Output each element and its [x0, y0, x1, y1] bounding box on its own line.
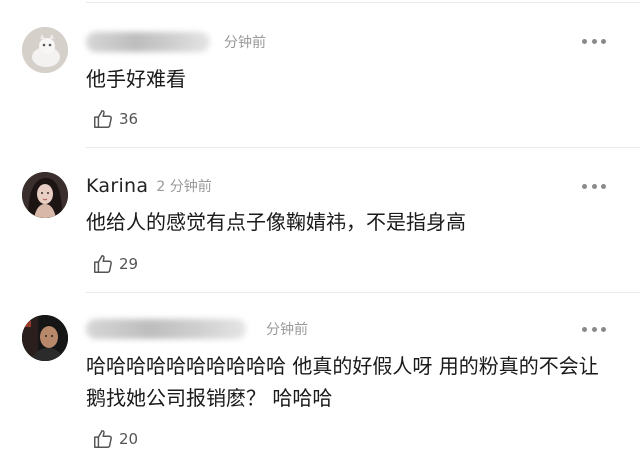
comment-header: Karina 2 分钟前 [86, 174, 212, 198]
comment-time: 分钟前 [266, 322, 308, 338]
more-dots-icon[interactable] [582, 36, 606, 46]
comment-header: 分钟前 [86, 317, 308, 341]
comment-time: 分钟前 [224, 35, 266, 51]
comment-text: 他给人的感觉有点子像鞠婧祎，不是指身高 [86, 210, 466, 234]
comment-text: 他手好难看 [86, 67, 186, 91]
thumbs-up-icon [94, 255, 112, 273]
more-dots-icon[interactable] [582, 181, 606, 191]
comment-header: 分钟前 [86, 30, 266, 54]
thumbs-up-icon [94, 430, 112, 448]
divider [86, 147, 640, 148]
like-button[interactable]: 29 [92, 252, 138, 276]
thumbs-up-icon [94, 110, 112, 128]
avatar-woman-icon[interactable] [22, 172, 68, 218]
user-name-blurred[interactable] [86, 319, 246, 339]
divider [86, 292, 640, 293]
user-name[interactable]: Karina [86, 175, 148, 197]
like-button[interactable]: 36 [92, 107, 138, 131]
more-dots-icon[interactable] [582, 324, 606, 334]
avatar-man-icon[interactable] [22, 315, 68, 361]
like-button[interactable]: 20 [92, 427, 138, 451]
comment-time: 2 分钟前 [156, 179, 212, 195]
like-count: 20 [119, 430, 139, 448]
user-name-blurred[interactable] [86, 32, 210, 52]
like-count: 29 [119, 255, 139, 273]
comment-text: 哈哈哈哈哈哈哈哈哈哈 他真的好假人呀 用的粉真的不会让鹅找她公司报销麽？ 哈哈哈 [86, 354, 599, 410]
avatar-cat-icon[interactable] [22, 27, 68, 73]
like-count: 36 [119, 110, 139, 128]
divider-top [86, 2, 640, 3]
